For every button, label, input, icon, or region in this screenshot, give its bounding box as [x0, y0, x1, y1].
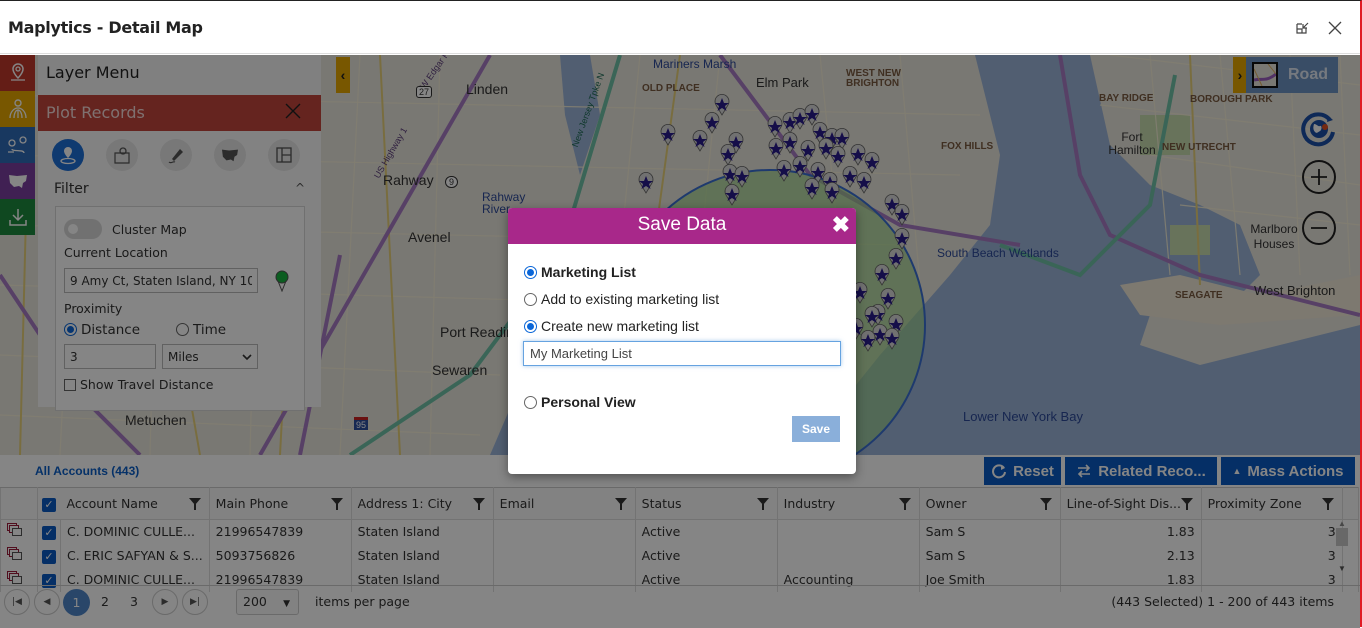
create-new-label: Create new marketing list — [541, 318, 699, 334]
personal-view-label: Personal View — [541, 394, 636, 410]
marketing-list-label: Marketing List — [541, 264, 636, 280]
add-existing-option[interactable]: Add to existing marketing list — [524, 291, 719, 307]
marketing-list-radio[interactable] — [524, 265, 537, 279]
personal-view-option[interactable]: Personal View — [524, 394, 636, 410]
create-new-option[interactable]: Create new marketing list — [524, 318, 699, 334]
save-button[interactable]: Save — [792, 416, 840, 442]
dialog-close-icon[interactable]: ✖ — [832, 208, 850, 242]
dialog-title: Save Data — [637, 214, 727, 235]
create-new-radio[interactable] — [524, 319, 537, 333]
add-existing-radio[interactable] — [524, 292, 537, 306]
add-existing-label: Add to existing marketing list — [541, 291, 720, 307]
dialog-header: Save Data ✖ — [508, 208, 856, 244]
app-window: Maplytics - Detail Map Mariners Marsh OL… — [0, 0, 1362, 628]
save-data-dialog: Save Data ✖ Marketing List Add to existi… — [508, 208, 856, 474]
restore-window-icon[interactable] — [1292, 17, 1314, 39]
personal-view-radio[interactable] — [524, 395, 537, 409]
marketing-list-option[interactable]: Marketing List — [524, 264, 636, 280]
title-bar: Maplytics - Detail Map — [0, 1, 1360, 54]
window-title: Maplytics - Detail Map — [8, 18, 203, 37]
marketing-list-name-input[interactable] — [523, 341, 841, 366]
close-icon[interactable] — [1324, 17, 1346, 39]
